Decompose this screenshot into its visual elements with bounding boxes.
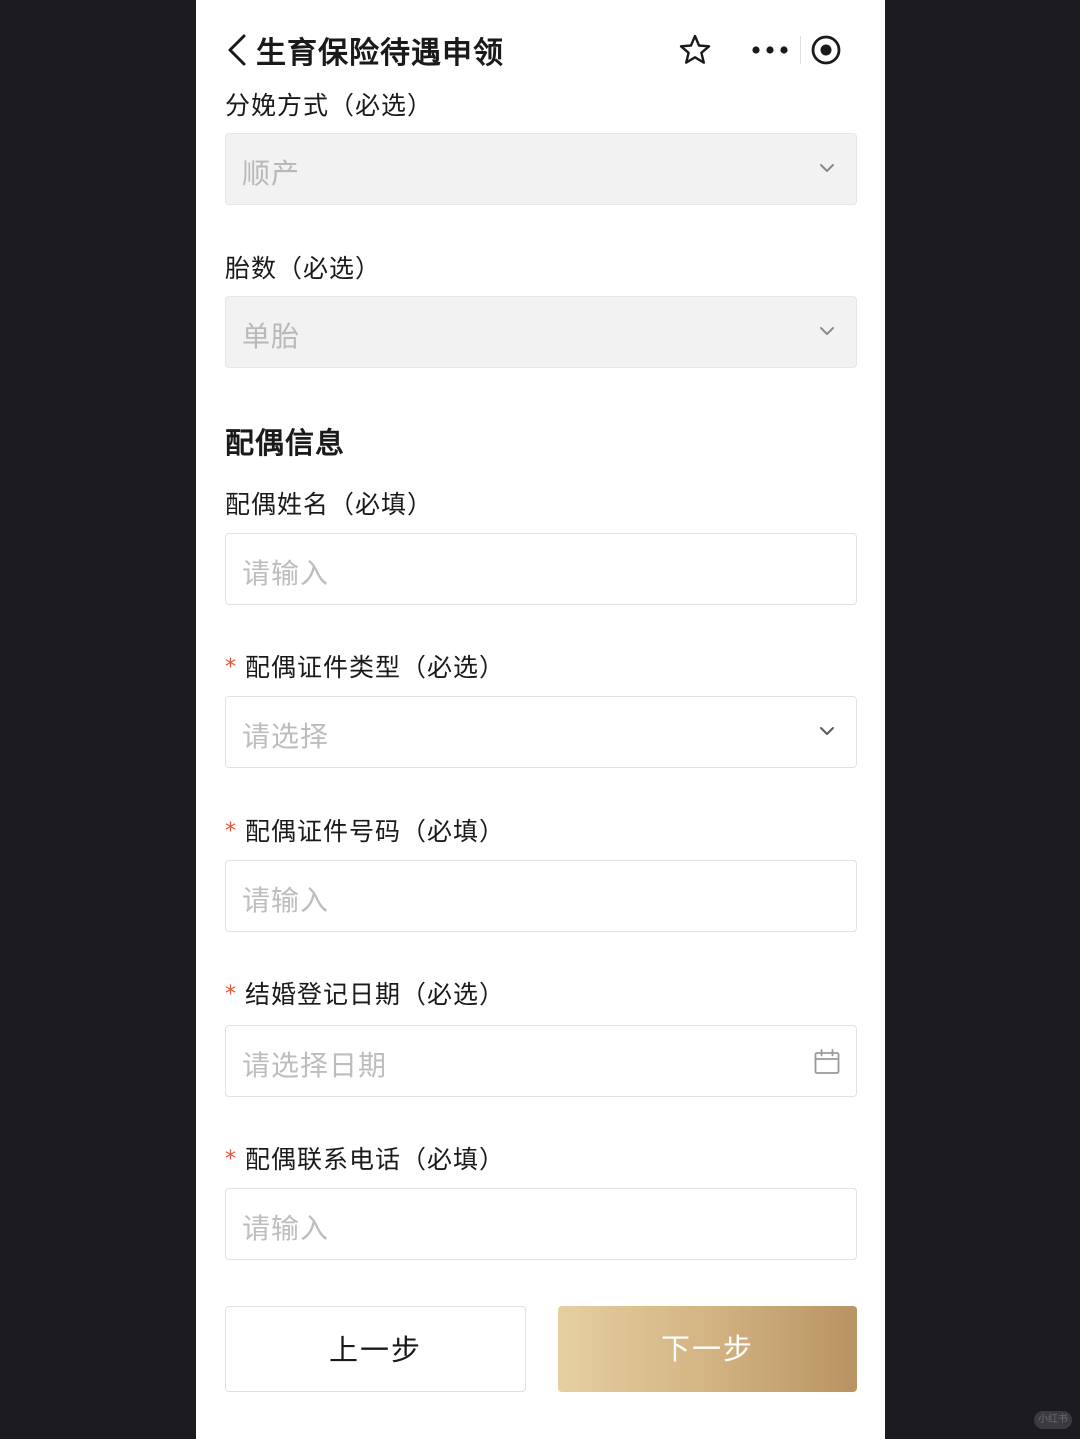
- fetus-count-value: 单胎: [242, 320, 301, 353]
- spouse-id-type-label-text: 配偶证件类型（必选）: [245, 653, 506, 682]
- spouse-id-number-placeholder: 请输入: [242, 884, 330, 917]
- chevron-down-icon: [820, 327, 834, 335]
- chevron-left-icon[interactable]: [226, 33, 248, 67]
- marriage-date-label-text: 结婚登记日期（必选）: [245, 980, 506, 1009]
- target-circle-icon[interactable]: [810, 34, 842, 66]
- spouse-section-title: 配偶信息: [225, 426, 346, 460]
- spouse-id-type-label: * 配偶证件类型（必选）: [225, 648, 505, 684]
- mini-program-screen: 生育保险待遇申领 分娩方式（必选） 顺产 胎数（必选） 单胎 配偶信息 配偶姓名…: [196, 0, 885, 1439]
- chevron-down-icon: [820, 727, 834, 735]
- required-mark: *: [225, 655, 237, 680]
- spouse-id-type-placeholder: 请选择: [242, 720, 330, 753]
- marriage-date-label: * 结婚登记日期（必选）: [225, 975, 505, 1011]
- spouse-name-label: 配偶姓名（必填）: [225, 490, 434, 519]
- spouse-id-number-label: * 配偶证件号码（必填）: [225, 812, 505, 848]
- next-step-button[interactable]: 下一步: [558, 1306, 857, 1392]
- calendar-icon: [814, 1049, 840, 1074]
- marriage-date-picker[interactable]: 请选择日期: [225, 1025, 857, 1097]
- spouse-phone-input[interactable]: 请输入: [225, 1188, 857, 1260]
- previous-step-button[interactable]: 上一步: [225, 1306, 526, 1392]
- spouse-phone-placeholder: 请输入: [242, 1212, 330, 1245]
- required-mark: *: [225, 1147, 237, 1172]
- spouse-id-number-label-text: 配偶证件号码（必填）: [245, 817, 506, 846]
- fetus-count-label: 胎数（必选）: [225, 254, 382, 283]
- page-title: 生育保险待遇申领: [256, 36, 504, 71]
- spouse-name-placeholder: 请输入: [242, 557, 330, 590]
- required-mark: *: [225, 819, 237, 844]
- spouse-name-input[interactable]: 请输入: [225, 533, 857, 605]
- capsule-divider: [800, 36, 801, 64]
- watermark: 小红书: [1034, 1411, 1072, 1429]
- more-dots-icon[interactable]: [750, 36, 790, 64]
- delivery-method-label: 分娩方式（必选）: [225, 91, 434, 120]
- spouse-id-type-select[interactable]: 请选择: [225, 696, 857, 768]
- capsule-menu: [736, 22, 864, 78]
- fetus-count-select: 单胎: [225, 296, 857, 368]
- spouse-phone-label: * 配偶联系电话（必填）: [225, 1140, 505, 1176]
- delivery-method-value: 顺产: [242, 157, 301, 190]
- delivery-method-select: 顺产: [225, 133, 857, 205]
- spouse-phone-label-text: 配偶联系电话（必填）: [245, 1145, 506, 1174]
- chevron-down-icon: [820, 164, 834, 172]
- required-mark: *: [225, 982, 237, 1007]
- star-icon[interactable]: [678, 33, 712, 67]
- marriage-date-placeholder: 请选择日期: [242, 1049, 388, 1082]
- spouse-id-number-input[interactable]: 请输入: [225, 860, 857, 932]
- navigation-bar: 生育保险待遇申领: [196, 0, 885, 100]
